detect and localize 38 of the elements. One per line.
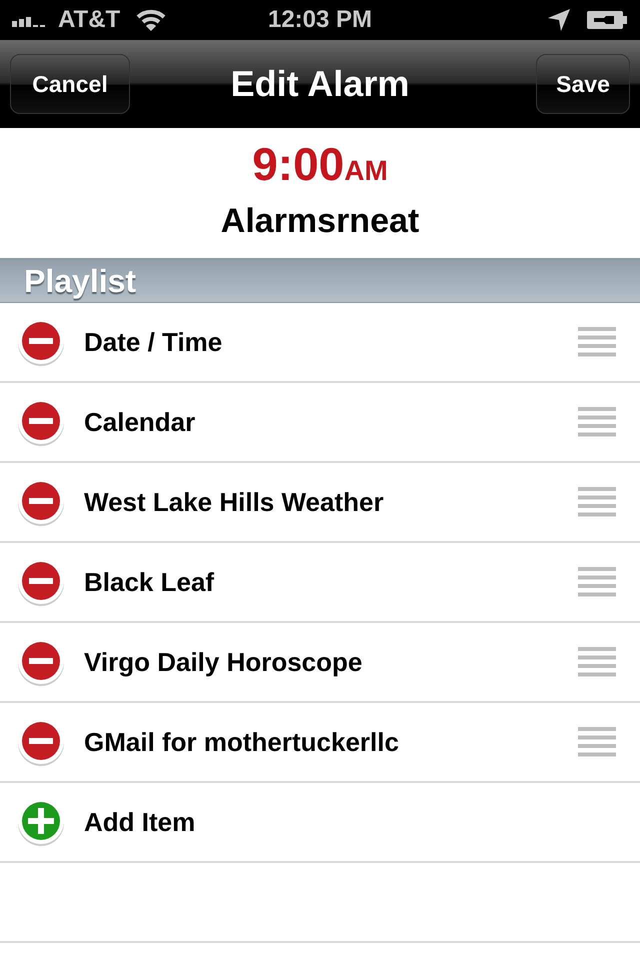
battery-charging-icon bbox=[586, 10, 628, 30]
reorder-handle-icon[interactable] bbox=[578, 407, 616, 437]
playlist-row[interactable]: Date / Time bbox=[0, 303, 640, 383]
row-label: GMail for mothertuckerllc bbox=[84, 726, 399, 758]
playlist-row[interactable]: Calendar bbox=[0, 383, 640, 463]
playlist-row[interactable]: Virgo Daily Horoscope bbox=[0, 623, 640, 703]
wifi-icon bbox=[136, 9, 166, 31]
screen-title: Edit Alarm bbox=[230, 62, 410, 106]
row-label: Virgo Daily Horoscope bbox=[84, 646, 362, 678]
reorder-handle-icon[interactable] bbox=[578, 727, 616, 757]
reorder-handle-icon[interactable] bbox=[578, 647, 616, 677]
playlist-row[interactable]: Black Leaf bbox=[0, 543, 640, 623]
row-label: West Lake Hills Weather bbox=[84, 486, 384, 518]
row-label: Date / Time bbox=[84, 326, 222, 358]
section-title: Playlist bbox=[24, 262, 136, 301]
minus-icon[interactable] bbox=[17, 717, 65, 767]
minus-icon[interactable] bbox=[17, 557, 65, 607]
playlist-row[interactable]: Add Item bbox=[0, 783, 640, 863]
minus-icon[interactable] bbox=[17, 637, 65, 687]
reorder-handle-icon[interactable] bbox=[578, 327, 616, 357]
minus-icon[interactable] bbox=[17, 317, 65, 367]
reorder-handle-icon[interactable] bbox=[578, 567, 616, 597]
save-button[interactable]: Save bbox=[536, 54, 630, 114]
alarm-name: Alarmsrneat bbox=[220, 201, 420, 242]
row-label: Calendar bbox=[84, 406, 196, 438]
location-arrow-icon bbox=[548, 9, 570, 31]
row-label: Black Leaf bbox=[84, 566, 214, 598]
carrier-label: AT&T bbox=[58, 5, 120, 35]
clock: 12:03 PM bbox=[268, 5, 372, 35]
playlist-row[interactable]: West Lake Hills Weather bbox=[0, 463, 640, 543]
cancel-button[interactable]: Cancel bbox=[10, 54, 130, 114]
plus-icon[interactable] bbox=[17, 797, 65, 847]
minus-icon[interactable] bbox=[17, 477, 65, 527]
alarm-time: 9:00AM bbox=[252, 137, 388, 192]
minus-icon[interactable] bbox=[17, 397, 65, 447]
playlist-row[interactable]: GMail for mothertuckerllc bbox=[0, 703, 640, 783]
reorder-handle-icon[interactable] bbox=[578, 487, 616, 517]
row-label: Add Item bbox=[84, 806, 196, 838]
